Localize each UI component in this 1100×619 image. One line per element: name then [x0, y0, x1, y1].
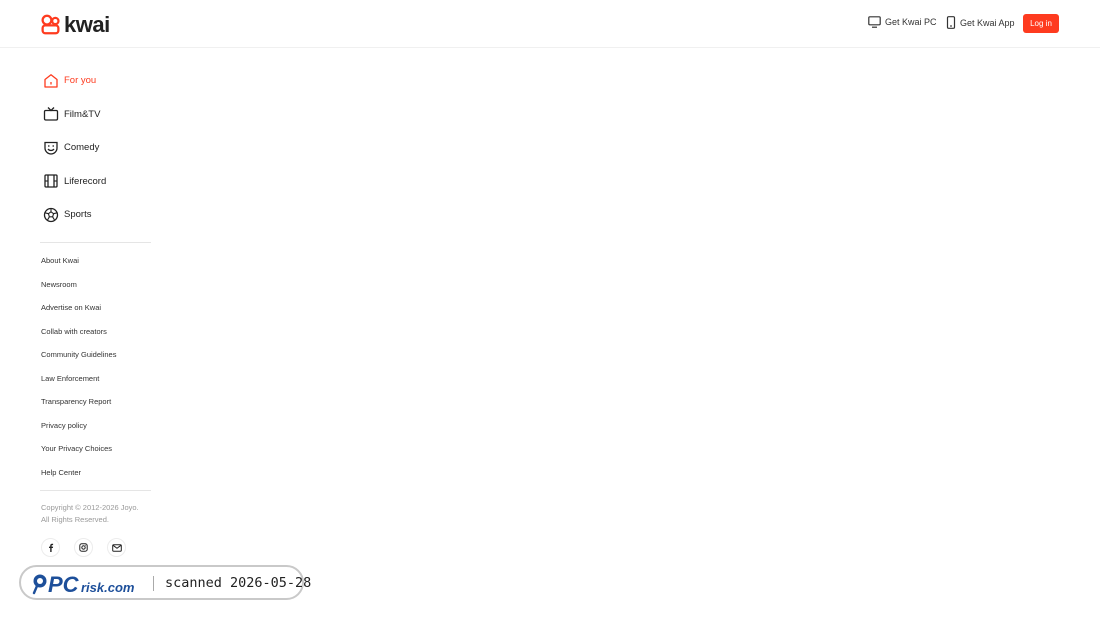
kwai-logo[interactable]: kwai [40, 11, 110, 37]
phone-icon [946, 16, 956, 29]
nav-item-film-tv[interactable]: Film&TV [40, 98, 152, 132]
link-privacy-policy[interactable]: Privacy policy [41, 414, 116, 438]
monitor-icon [868, 16, 881, 28]
sidebar-nav: For you Film&TV Comedy Liferecord Sports [40, 64, 152, 232]
instagram-icon [79, 543, 88, 552]
nav-label: Film&TV [64, 108, 101, 120]
nav-item-sports[interactable]: Sports [40, 198, 152, 232]
get-kwai-pc-label: Get Kwai PC [885, 17, 937, 27]
link-help-center[interactable]: Help Center [41, 461, 116, 485]
nav-label: Comedy [64, 142, 100, 154]
pcrisk-logo-text: risk.com [81, 580, 135, 595]
instagram-button[interactable] [74, 538, 93, 557]
nav-label: Liferecord [64, 175, 107, 187]
link-law-enforcement[interactable]: Law Enforcement [41, 367, 116, 391]
nav-label: Sports [64, 209, 92, 221]
facebook-icon [48, 543, 53, 552]
logo-text: kwai [64, 11, 110, 37]
link-community-guidelines[interactable]: Community Guidelines [41, 343, 116, 367]
footer-links: About Kwai Newsroom Advertise on Kwai Co… [41, 249, 116, 484]
link-about-kwai[interactable]: About Kwai [41, 249, 116, 273]
pcrisk-logo: PC risk.com [32, 572, 135, 597]
nav-divider [40, 242, 151, 243]
email-icon [111, 543, 122, 552]
get-kwai-pc-link[interactable]: Get Kwai PC [868, 16, 937, 28]
copyright: Copyright © 2012-2026 Joyo. All Rights R… [41, 502, 156, 526]
get-kwai-app-label: Get Kwai App [960, 17, 1015, 28]
nav-label: For you [64, 75, 97, 87]
login-button[interactable]: Log in [1023, 14, 1059, 33]
nav-item-liferecord[interactable]: Liferecord [40, 165, 152, 199]
film-icon [41, 171, 61, 191]
get-kwai-app-link[interactable]: Get Kwai App [946, 16, 1015, 29]
nav-item-comedy[interactable]: Comedy [40, 131, 152, 165]
watermark-separator [153, 576, 154, 591]
copyright-line-1: Copyright © 2012-2026 Joyo. [41, 503, 139, 512]
top-header: kwai Get Kwai PC Get Kwai App Log in [0, 0, 1100, 48]
link-newsroom[interactable]: Newsroom [41, 273, 116, 297]
link-transparency-report[interactable]: Transparency Report [41, 390, 116, 414]
link-advertise[interactable]: Advertise on Kwai [41, 296, 116, 320]
kwai-logo-icon [41, 14, 60, 35]
copyright-line-2: All Rights Reserved. [41, 515, 109, 524]
link-collab-creators[interactable]: Collab with creators [41, 320, 116, 344]
nav-item-for-you[interactable]: For you [40, 64, 152, 98]
facebook-button[interactable] [41, 538, 60, 557]
mask-icon [41, 138, 61, 158]
link-privacy-choices[interactable]: Your Privacy Choices [41, 437, 116, 461]
tv-icon [41, 104, 61, 124]
soccer-ball-icon [41, 205, 61, 225]
pcrisk-watermark: PC risk.com scanned 2026-05-28 [19, 565, 311, 600]
pcrisk-logo-pc: PC [48, 572, 80, 597]
home-icon [41, 71, 61, 91]
email-button[interactable] [107, 538, 126, 557]
watermark-text: scanned 2026-05-28 [165, 575, 312, 591]
footer-divider [40, 490, 151, 491]
